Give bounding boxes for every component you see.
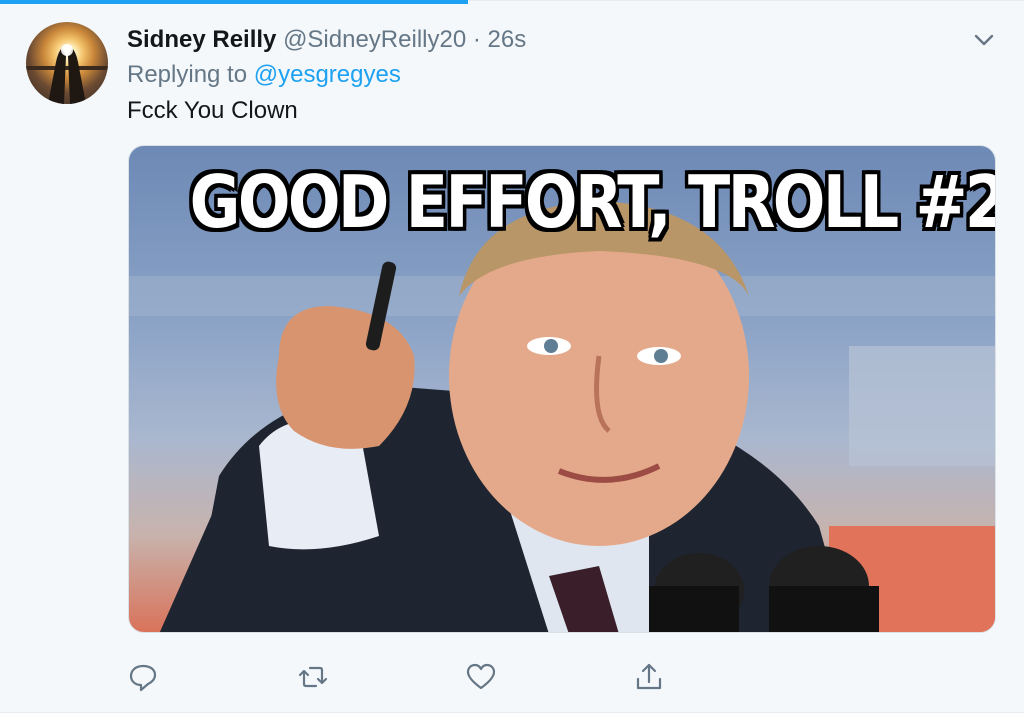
tweet-text: Fcck You Clown [127,97,298,124]
tweet-image[interactable]: GOOD EFFORT, TROLL #213 [128,145,996,633]
display-name[interactable]: Sidney Reilly [127,26,276,53]
share-icon[interactable] [632,660,666,694]
divider [468,0,1024,1]
timestamp[interactable]: 26s [488,26,527,53]
replying-to-label: Replying to [127,61,248,88]
tweet-actions [0,660,1024,694]
tweet[interactable]: Sidney Reilly @SidneyReilly20 · 26s Repl… [0,0,1024,713]
separator-dot: · [472,26,481,53]
reply-icon[interactable] [126,660,160,694]
tweet-header: Sidney Reilly @SidneyReilly20 · 26s [127,26,526,54]
replying-to-mention[interactable]: @yesgregyes [254,61,401,88]
heart-icon[interactable] [464,660,498,694]
replying-to-line: Replying to @yesgregyes [127,61,401,89]
user-handle[interactable]: @SidneyReilly20 [283,26,466,53]
loading-progress-bar [0,0,468,4]
avatar[interactable] [26,22,108,104]
retweet-icon[interactable] [296,660,330,694]
meme-caption: GOOD EFFORT, TROLL #213 [189,160,995,244]
chevron-down-icon[interactable] [970,26,998,54]
